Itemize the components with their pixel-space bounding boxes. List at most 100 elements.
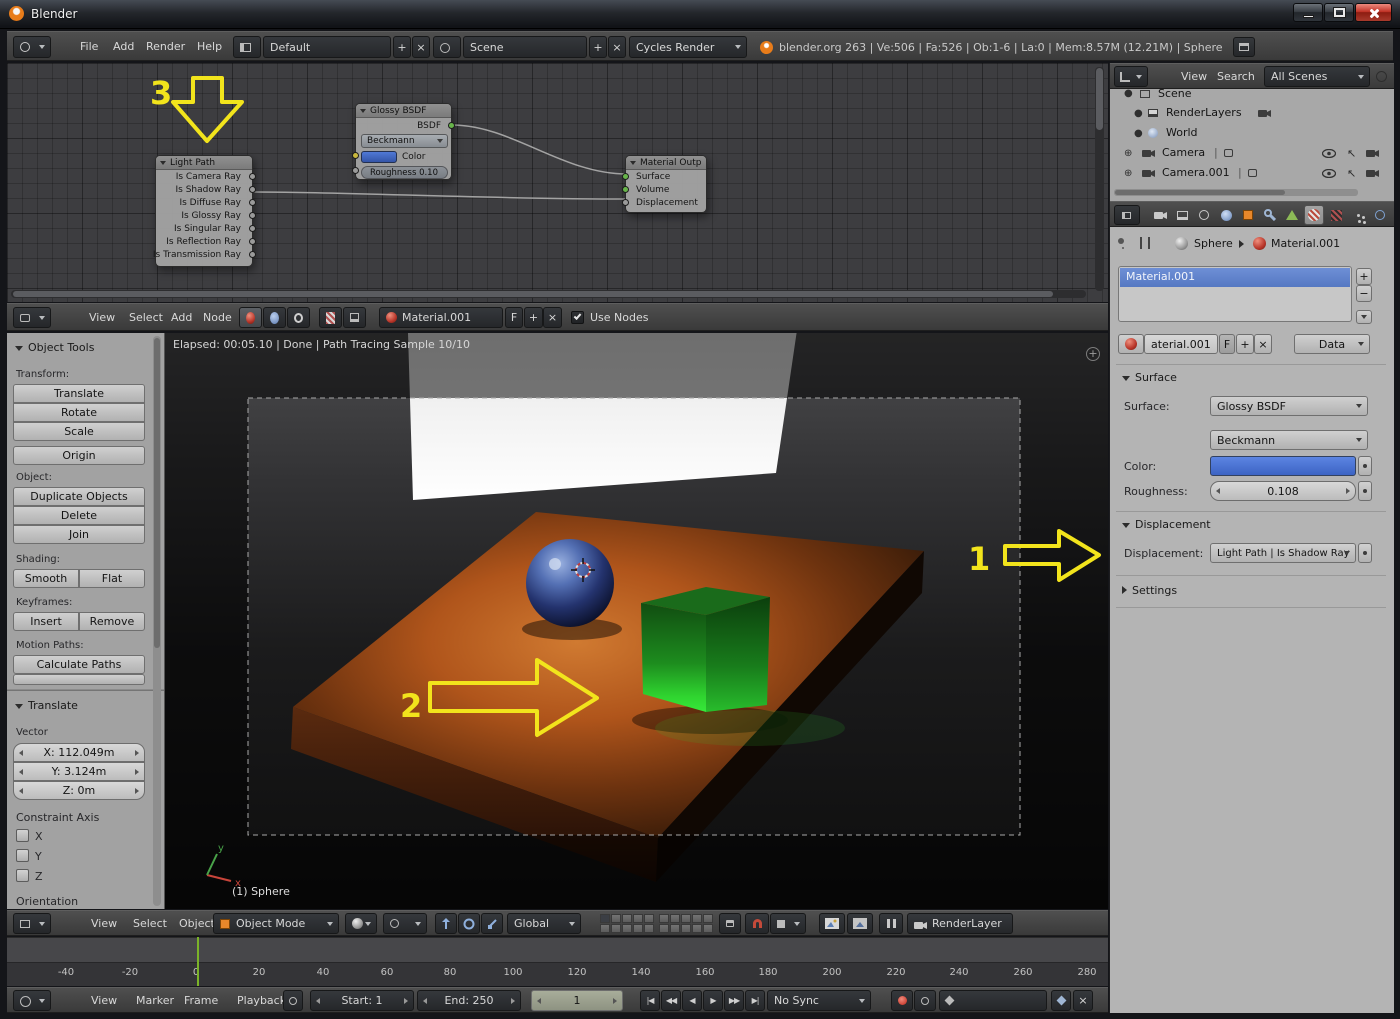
node-header-light-path[interactable]: Light Path xyxy=(156,156,252,170)
texture-type-toggle[interactable] xyxy=(319,307,342,328)
tab-object[interactable] xyxy=(1238,205,1258,225)
socket-is-diffuse-ray[interactable] xyxy=(249,199,256,206)
material-slot-selected[interactable]: Material.001 xyxy=(1120,268,1350,287)
tool-shelf-scrollbar[interactable] xyxy=(153,336,161,906)
scene-icon-button[interactable] xyxy=(433,36,461,58)
constraint-z-checkbox[interactable] xyxy=(16,869,29,882)
panel-header-settings[interactable]: Settings xyxy=(1122,584,1177,597)
play-button[interactable]: ▶ xyxy=(703,990,723,1011)
outliner-item-label[interactable]: Camera xyxy=(1162,146,1205,159)
translate-x-field[interactable]: X: 112.049m xyxy=(13,743,145,762)
pause-render-button[interactable] xyxy=(879,913,903,934)
tab-material[interactable] xyxy=(1304,205,1324,225)
tab-object-data[interactable] xyxy=(1282,205,1302,225)
tab-particles[interactable] xyxy=(1348,205,1368,225)
outliner-item-label[interactable]: World xyxy=(1166,126,1198,139)
displacement-animate-button[interactable] xyxy=(1358,543,1372,563)
viewport-3d[interactable]: x y Elapsed: 00:05.10 | Done | Path Trac… xyxy=(165,333,1108,909)
outliner-row-renderlayers[interactable]: ● RenderLayers xyxy=(1110,103,1394,123)
disclosure-icon[interactable]: ● xyxy=(1134,128,1143,139)
fake-user-button[interactable]: F xyxy=(505,307,523,328)
surface-shader-dropdown[interactable]: Glossy BSDF xyxy=(1210,396,1368,416)
collapse-icon[interactable] xyxy=(360,108,366,113)
material-unlink-button[interactable]: × xyxy=(1254,334,1272,354)
window-duplicate-button[interactable] xyxy=(1233,37,1255,57)
menu-object[interactable]: Object xyxy=(179,917,215,930)
panel-header-object-tools[interactable]: Object Tools xyxy=(15,341,94,354)
editor-type-button[interactable] xyxy=(13,36,51,58)
tab-render[interactable] xyxy=(1150,205,1170,225)
distribution-dropdown[interactable]: Beckmann xyxy=(361,134,448,148)
socket-is-reflection-ray[interactable] xyxy=(249,238,256,245)
menu-view[interactable]: View xyxy=(91,994,117,1007)
menu-add[interactable]: Add xyxy=(113,40,134,53)
socket-bsdf-output[interactable] xyxy=(448,122,455,129)
display-mode-dropdown[interactable]: All Scenes xyxy=(1264,66,1370,87)
tab-render-layers[interactable] xyxy=(1172,205,1192,225)
menu-marker[interactable]: Marker xyxy=(136,994,174,1007)
roughness-field[interactable]: 0.108 xyxy=(1210,481,1356,501)
play-reverse-button[interactable]: ◀ xyxy=(682,990,702,1011)
manipulator-translate-toggle[interactable] xyxy=(435,913,457,934)
start-frame-field[interactable]: Start: 1 xyxy=(310,990,414,1011)
tab-scene[interactable] xyxy=(1194,205,1214,225)
tab-world[interactable] xyxy=(1216,205,1236,225)
current-frame-field[interactable]: 1 xyxy=(531,990,623,1011)
minimize-button[interactable] xyxy=(1293,3,1323,22)
outliner-hscrollbar[interactable] xyxy=(1114,189,1358,196)
insert-keyframes-button[interactable] xyxy=(1051,990,1071,1011)
insert-keyframe-button[interactable]: Insert xyxy=(13,612,79,631)
menu-view[interactable]: View xyxy=(91,917,117,930)
socket-is-shadow-ray[interactable] xyxy=(249,186,256,193)
panel-header-displacement[interactable]: Displacement xyxy=(1122,518,1211,531)
tab-physics[interactable] xyxy=(1370,205,1390,225)
viewport-shading-dropdown[interactable] xyxy=(345,913,377,934)
calculate-paths-button[interactable]: Calculate Paths xyxy=(13,655,145,674)
scene-delete-button[interactable]: × xyxy=(608,36,626,58)
shader-type-world-toggle[interactable] xyxy=(263,307,286,328)
socket-volume-input[interactable] xyxy=(622,186,629,193)
delete-button[interactable]: Delete xyxy=(13,506,145,525)
displacement-dropdown[interactable]: Light Path | Is Shadow Ray xyxy=(1210,543,1356,563)
render-restrict-icon[interactable] xyxy=(1258,108,1271,118)
region-plus-icon[interactable]: + xyxy=(1086,347,1100,361)
smooth-button[interactable]: Smooth xyxy=(13,569,79,588)
menu-frame[interactable]: Frame xyxy=(184,994,218,1007)
outliner-row-scene[interactable]: ● Scene xyxy=(1110,89,1394,103)
jump-prev-keyframe-button[interactable]: ◀◀ xyxy=(661,990,681,1011)
socket-roughness-input[interactable] xyxy=(352,167,359,174)
menu-select[interactable]: Select xyxy=(129,311,163,324)
editor-type-button[interactable] xyxy=(1114,66,1148,87)
panel-header-surface[interactable]: Surface xyxy=(1122,371,1177,384)
render-restrict-icon[interactable] xyxy=(1366,168,1379,178)
collapse-icon[interactable] xyxy=(160,160,166,165)
visibility-eye-icon[interactable] xyxy=(1322,149,1336,158)
use-nodes-checkbox[interactable] xyxy=(571,311,584,324)
socket-is-transmission-ray[interactable] xyxy=(249,251,256,258)
render-restrict-icon[interactable] xyxy=(1366,148,1379,158)
disclosure-icon[interactable]: ⊕ xyxy=(1124,148,1132,159)
duplicate-objects-button[interactable]: Duplicate Objects xyxy=(13,487,145,506)
manipulator-scale-toggle[interactable] xyxy=(481,913,503,934)
compositing-type-toggle[interactable] xyxy=(343,307,366,328)
outliner-row-camera[interactable]: ⊕ Camera | ↖ xyxy=(1110,143,1394,163)
menu-render[interactable]: Render xyxy=(146,40,185,53)
menu-view[interactable]: View xyxy=(1181,70,1207,83)
manipulator-rotate-toggle[interactable] xyxy=(458,913,480,934)
editor-type-button[interactable] xyxy=(13,990,51,1011)
menu-view[interactable]: View xyxy=(89,311,115,324)
socket-surface-input[interactable] xyxy=(622,173,629,180)
layers-group-2[interactable] xyxy=(659,914,713,935)
material-add-button[interactable]: + xyxy=(1236,334,1254,354)
outliner-row-camera-001[interactable]: ⊕ Camera.001 | ↖ xyxy=(1110,163,1394,183)
socket-is-glossy-ray[interactable] xyxy=(249,212,256,219)
material-unlink-button[interactable]: × xyxy=(543,307,562,328)
selectability-cursor-icon[interactable]: ↖ xyxy=(1347,167,1356,180)
timeline-track[interactable] xyxy=(7,937,1108,962)
slot-specials-button[interactable] xyxy=(1356,310,1372,324)
screen-layout-icon-button[interactable] xyxy=(233,36,261,58)
node-header-material-output[interactable]: Material Outp xyxy=(626,156,706,170)
material-browse-button[interactable] xyxy=(1118,334,1144,354)
delete-keyframes-button[interactable]: × xyxy=(1073,990,1093,1011)
keying-set-field[interactable] xyxy=(939,990,1047,1011)
